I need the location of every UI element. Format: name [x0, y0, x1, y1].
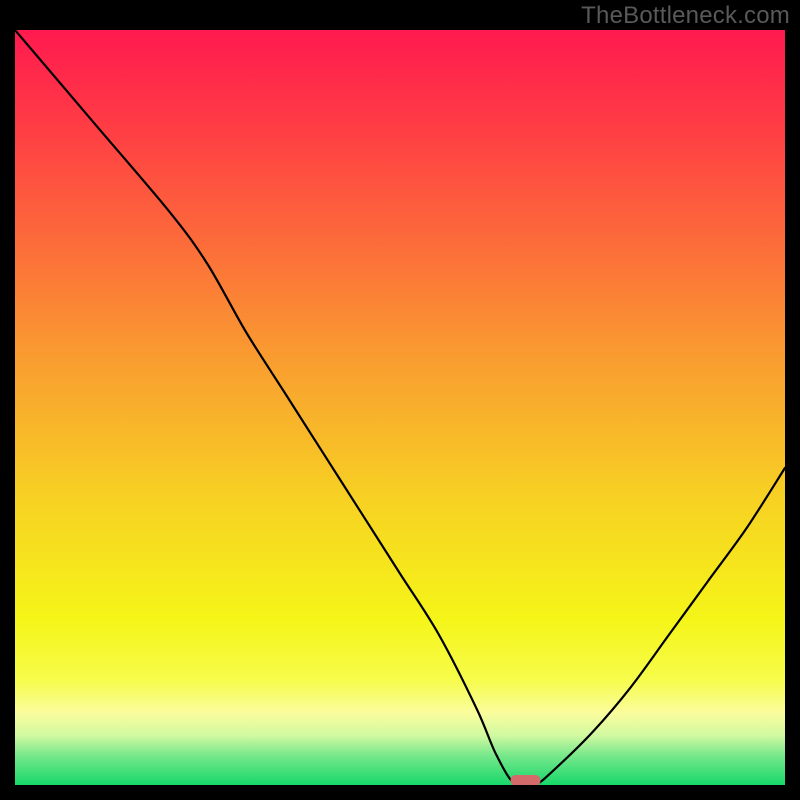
- watermark-label: TheBottleneck.com: [581, 2, 790, 30]
- chart-frame: TheBottleneck.com: [0, 0, 800, 800]
- optimum-marker: [511, 775, 541, 785]
- heat-background: [15, 30, 785, 785]
- bottleneck-plot: [15, 30, 785, 785]
